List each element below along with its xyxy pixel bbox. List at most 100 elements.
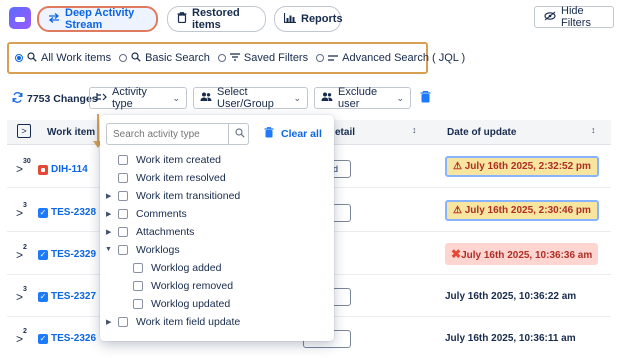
row-expand-chevron-icon[interactable]: > <box>16 332 23 346</box>
users-icon <box>200 92 212 104</box>
sort-icon[interactable]: ↕ <box>412 125 417 135</box>
child-count: 3 <box>23 286 27 293</box>
restored-items-label: Restored items <box>192 7 240 31</box>
error-x-icon: ✖ <box>451 247 462 261</box>
activity-option-attachments[interactable]: Attachments <box>118 226 194 238</box>
checkbox[interactable] <box>133 263 143 273</box>
row-expand-chevron-icon[interactable]: > <box>16 162 23 176</box>
checkbox[interactable] <box>118 227 128 237</box>
trash-icon <box>264 127 274 141</box>
activity-type-label: Activity type <box>112 86 147 110</box>
clear-all-label: Clear all <box>281 128 322 140</box>
restored-items-button[interactable]: Restored items <box>167 6 266 32</box>
activity-type-filter[interactable]: Activity type ⌄ <box>89 86 187 110</box>
task-checkbox-icon: ✓ <box>38 250 48 260</box>
checkbox[interactable] <box>118 317 128 327</box>
activity-option-worklogs[interactable]: Worklogs <box>118 244 180 256</box>
checkbox[interactable] <box>118 173 128 183</box>
work-item-key[interactable]: TES-2327 <box>51 291 96 302</box>
app-logo <box>9 7 31 29</box>
row-expand-chevron-icon[interactable]: > <box>16 248 23 262</box>
activity-option-work-item-resolved[interactable]: Work item resolved <box>118 172 226 184</box>
expand-all-chevron-icon[interactable]: > <box>17 124 31 138</box>
deep-activity-stream-label: Deep Activity Stream <box>65 7 135 31</box>
exclude-user-filter[interactable]: Exclude user ⌄ <box>314 86 411 110</box>
checkbox[interactable] <box>118 155 128 165</box>
hide-filters-button[interactable]: Hide Filters <box>534 5 614 29</box>
checkbox[interactable] <box>118 245 128 255</box>
activity-option-worklog-removed[interactable]: Worklog removed <box>133 280 233 292</box>
search-mode-label: All Work items <box>41 52 112 64</box>
task-checkbox-icon: ✓ <box>38 334 48 344</box>
task-checkbox-icon: ✓ <box>38 208 48 218</box>
expand-right-arrow-icon[interactable]: ▶ <box>106 228 111 236</box>
work-item-key[interactable]: TES-2326 <box>51 333 96 344</box>
warning-icon: ⚠ <box>453 205 462 216</box>
filter-lines-icon <box>229 52 240 64</box>
column-detail[interactable]: etail <box>335 127 355 138</box>
changes-count-label: 7753 Changes <box>27 93 98 105</box>
date-error-badge: ✖July 16th 2025, 10:36:36 am <box>445 243 599 265</box>
search-mode-selector: All Work items Basic Search Saved Filter… <box>7 42 465 74</box>
bug-type-icon <box>38 165 48 175</box>
radio-icon <box>119 54 128 62</box>
work-item-key[interactable]: DIH-114 <box>51 164 88 175</box>
reports-label: Reports <box>301 13 343 25</box>
search-mode-basic[interactable]: Basic Search <box>119 51 210 65</box>
date-of-update: July 16th 2025, 10:36:11 am <box>445 333 576 344</box>
activity-option-worklog-added[interactable]: Worklog added <box>133 262 221 274</box>
exclude-user-label: Exclude user <box>338 86 378 110</box>
date-warning-badge: ⚠ July 16th 2025, 2:30:46 pm <box>445 200 599 221</box>
changes-counter: 7753 Changes <box>12 92 98 106</box>
work-item-key[interactable]: TES-2328 <box>51 207 96 218</box>
row-expand-chevron-icon[interactable]: > <box>16 290 23 304</box>
activity-search-button[interactable] <box>228 124 250 144</box>
deep-activity-stream-button[interactable]: Deep Activity Stream <box>37 6 158 32</box>
expand-right-arrow-icon[interactable]: ▶ <box>106 210 111 218</box>
activity-icon <box>96 92 107 105</box>
checkbox[interactable] <box>118 209 128 219</box>
clear-filters-trash-icon[interactable] <box>420 90 431 106</box>
search-mode-all[interactable]: All Work items <box>15 51 112 65</box>
eye-off-icon <box>544 11 556 24</box>
chevron-down-icon: ⌄ <box>172 92 180 103</box>
sort-icon[interactable]: ↕ <box>591 125 596 135</box>
expand-right-arrow-icon[interactable]: ▶ <box>106 318 111 326</box>
clear-all-button[interactable]: Clear all <box>264 127 322 141</box>
radio-icon <box>316 54 325 62</box>
column-work-item[interactable]: Work item <box>47 127 95 138</box>
task-checkbox-icon: ✓ <box>38 292 48 302</box>
search-mode-label: Advanced Search ( JQL ) <box>342 52 466 64</box>
row-expand-chevron-icon[interactable]: > <box>16 206 23 220</box>
search-mode-label: Basic Search <box>145 52 210 64</box>
checkbox[interactable] <box>133 299 143 309</box>
magnifier-icon <box>234 127 245 141</box>
refresh-icon[interactable] <box>12 92 23 106</box>
search-mode-jql[interactable]: Advanced Search ( JQL ) <box>316 52 465 64</box>
select-user-filter[interactable]: Select User/Group ⌄ <box>193 86 308 110</box>
expand-right-arrow-icon[interactable]: ▶ <box>106 192 111 200</box>
search-mode-saved[interactable]: Saved Filters <box>217 52 308 64</box>
child-count: 2 <box>23 328 27 335</box>
column-date-of-update[interactable]: Date of update <box>447 127 516 138</box>
activity-option-work-item-transitioned[interactable]: Work item transitioned <box>118 190 240 202</box>
activity-option-work-item-created[interactable]: Work item created <box>118 154 221 166</box>
chevron-down-icon: ⌄ <box>396 92 404 103</box>
checkbox[interactable] <box>133 281 143 291</box>
select-user-label: Select User/Group <box>217 86 274 110</box>
text-lines-icon <box>328 52 339 64</box>
swap-arrows-icon <box>48 12 60 26</box>
checkbox[interactable] <box>118 191 128 201</box>
activity-option-work-item-field-update[interactable]: Work item field update <box>118 316 240 328</box>
activity-option-comments[interactable]: Comments <box>118 208 187 220</box>
chevron-down-icon: ⌄ <box>293 92 301 103</box>
collapse-down-arrow-icon[interactable]: ▼ <box>105 246 112 253</box>
date-warning-badge: ⚠ July 16th 2025, 2:32:52 pm <box>445 156 599 177</box>
pointer-arrow-line <box>97 114 99 142</box>
reports-button[interactable]: Reports <box>274 6 343 32</box>
activity-option-worklog-updated[interactable]: Worklog updated <box>133 298 230 310</box>
child-count: 3 <box>23 202 27 209</box>
work-item-key[interactable]: TES-2329 <box>51 249 96 260</box>
magnifier-icon <box>27 51 37 65</box>
child-count: 30 <box>23 158 31 165</box>
